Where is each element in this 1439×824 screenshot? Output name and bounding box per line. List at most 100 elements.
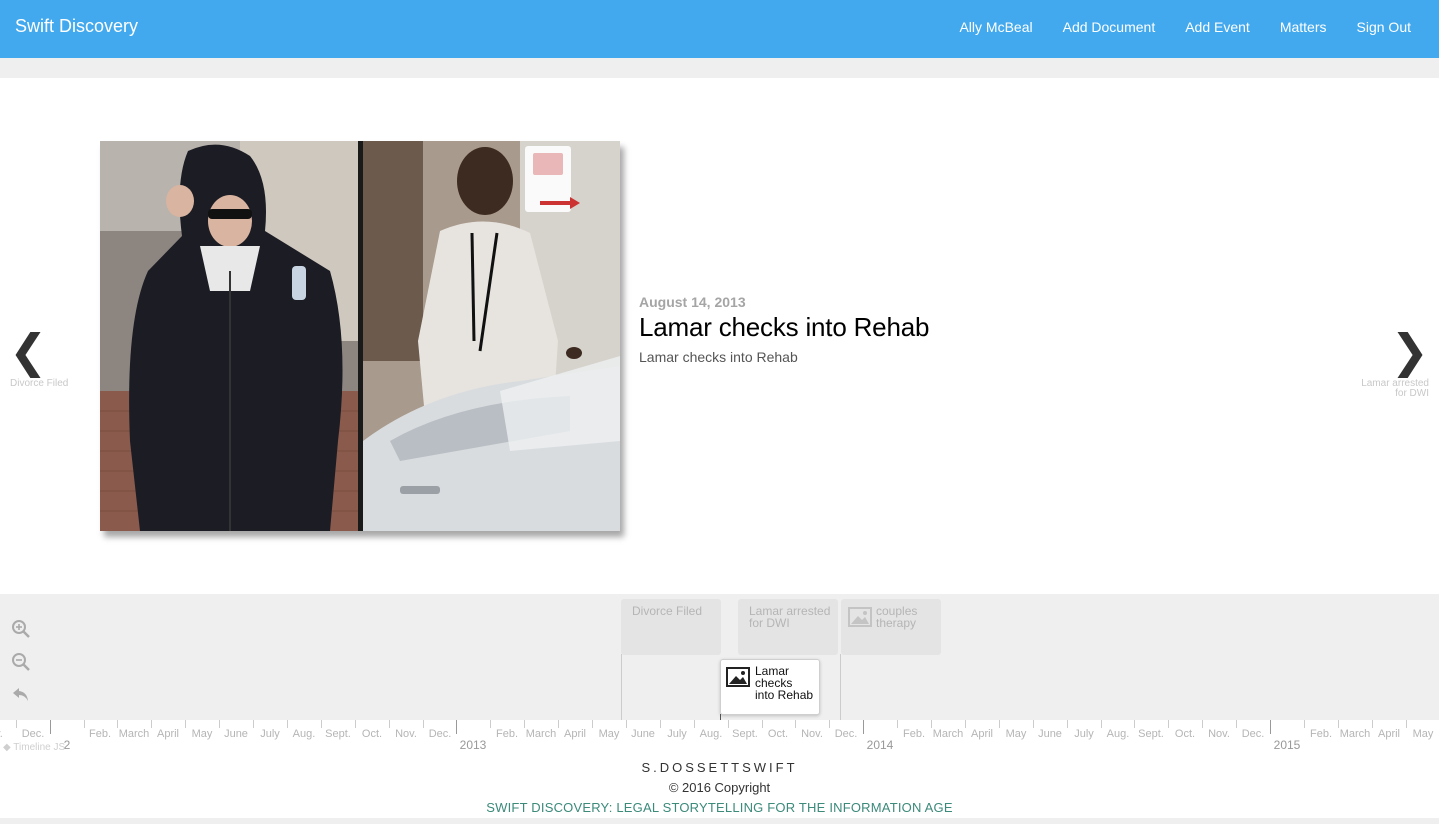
event-description: Lamar checks into Rehab: [639, 349, 798, 365]
timeline-slide: August 14, 2013 Lamar checks into Rehab …: [0, 78, 1439, 594]
axis-tick: [965, 720, 966, 728]
axis-month-label: July: [1074, 728, 1094, 740]
axis-tick: [50, 720, 51, 734]
axis-tick: [1406, 720, 1407, 728]
axis-month-label: May: [1412, 728, 1434, 740]
axis-month-label: Sept.: [1138, 728, 1164, 740]
axis-month-label: Oct.: [767, 728, 789, 740]
axis-month-label: March: [525, 728, 557, 740]
axis-tick: [1168, 720, 1169, 728]
marker-line-divorce: [621, 654, 622, 720]
axis-month-label: March: [932, 728, 964, 740]
next-slide-chevron-icon[interactable]: ❯: [1390, 328, 1429, 374]
axis-tick: [185, 720, 186, 728]
axis-month-label: May: [1005, 728, 1027, 740]
axis-month-label: April: [156, 728, 180, 740]
nav-add-event[interactable]: Add Event: [1185, 19, 1250, 35]
timeline-marker-checks-into-rehab[interactable]: Lamar checks into Rehab: [720, 659, 820, 715]
axis-year-label: 2014: [866, 738, 894, 752]
axis-tick: [355, 720, 356, 728]
marker-line-therapy: [840, 654, 841, 720]
axis-month-label: Feb.: [1309, 728, 1333, 740]
timeline-marker-couples-therapy[interactable]: couples therapy: [841, 599, 941, 655]
axis-tick: [1067, 720, 1068, 728]
axis-month-label: Feb.: [902, 728, 926, 740]
axis-month-label: Nov.: [395, 728, 417, 740]
axis-tick: [795, 720, 796, 728]
axis-tick: [456, 720, 457, 734]
axis-tick: [694, 720, 695, 728]
axis-month-label: Dec.: [428, 728, 452, 740]
marker-title: Divorce Filed: [632, 604, 703, 618]
axis-tick: [931, 720, 932, 728]
axis-tick: [863, 720, 864, 734]
axis-tick: [999, 720, 1000, 728]
axis-month-label: Aug.: [1106, 728, 1130, 740]
footer-author: S.DOSSETTSWIFT: [641, 760, 798, 775]
axis-tick: [117, 720, 118, 728]
axis-tick: [321, 720, 322, 728]
axis-month-label: Aug.: [292, 728, 316, 740]
axis-month-label: July: [260, 728, 280, 740]
axis-tick: [728, 720, 729, 728]
axis-year-label: 2015: [1273, 738, 1301, 752]
nav-add-document[interactable]: Add Document: [1063, 19, 1156, 35]
axis-tick: [151, 720, 152, 728]
axis-tick: [1338, 720, 1339, 728]
event-headline: Lamar checks into Rehab: [639, 312, 930, 342]
axis-month-label: April: [563, 728, 587, 740]
top-navbar: Swift Discovery Ally McBeal Add Document…: [0, 0, 1439, 58]
axis-month-label: Feb.: [88, 728, 112, 740]
footer-copyright: © 2016 Copyright: [668, 780, 771, 795]
axis-month-label: May: [191, 728, 213, 740]
axis-month-label: Nov.: [1208, 728, 1230, 740]
axis-tick: [1101, 720, 1102, 728]
timelinejs-credit: ◆ Timeline JS: [3, 742, 66, 753]
axis-month-label: Nov.: [801, 728, 823, 740]
axis-month-label: May: [598, 728, 620, 740]
axis-month-label: Oct.: [361, 728, 383, 740]
prev-slide-caption[interactable]: Divorce Filed: [10, 379, 68, 389]
marker-title: Lamar checks into Rehab: [755, 664, 814, 702]
prev-slide-chevron-icon[interactable]: ❮: [9, 328, 48, 374]
timeline-nav: Divorce Filed Lamar arrested for DWI cou…: [0, 594, 1439, 726]
timeline-marker-arrested-dwi[interactable]: Lamar arrested for DWI: [738, 599, 838, 655]
brand-logo[interactable]: Swift Discovery: [15, 16, 138, 37]
axis-tick: [1304, 720, 1305, 728]
axis-month-label: April: [1377, 728, 1401, 740]
timeline-axis[interactable]: v.Dec.2Feb.MarchAprilMayJuneJulyAug.Sept…: [0, 720, 1439, 758]
back-to-start-icon[interactable]: [11, 684, 31, 704]
nav-user-ally-mcbeal[interactable]: Ally McBeal: [959, 19, 1032, 35]
axis-tick: [1202, 720, 1203, 728]
axis-month-label: Sept.: [732, 728, 758, 740]
axis-month-label: v.: [0, 728, 3, 740]
bottom-strip: [0, 818, 1439, 824]
nav-sign-out[interactable]: Sign Out: [1357, 19, 1411, 35]
axis-month-label: July: [667, 728, 687, 740]
axis-month-label: June: [224, 728, 248, 740]
event-photo: [100, 141, 620, 531]
axis-tick: [287, 720, 288, 728]
marker-title: Lamar arrested for DWI: [749, 604, 831, 630]
axis-tick: [660, 720, 661, 728]
axis-month-label: Sept.: [325, 728, 351, 740]
event-info: August 14, 2013 Lamar checks into Rehab …: [639, 294, 929, 365]
main-nav: Ally McBeal Add Document Add Event Matte…: [959, 19, 1411, 35]
axis-month-label: Aug.: [699, 728, 723, 740]
axis-month-label: Oct.: [1174, 728, 1196, 740]
axis-tick: [592, 720, 593, 728]
axis-tick: [490, 720, 491, 728]
axis-year-label: 2013: [459, 738, 487, 752]
timeline-marker-divorce-filed[interactable]: Divorce Filed: [621, 599, 721, 655]
next-slide-caption[interactable]: Lamar arrested for DWI: [1339, 379, 1429, 399]
event-date: August 14, 2013: [639, 294, 746, 310]
axis-tick: [389, 720, 390, 728]
axis-tick: [829, 720, 830, 728]
axis-tick: [1236, 720, 1237, 728]
image-icon: [848, 607, 872, 627]
axis-month-label: Feb.: [495, 728, 519, 740]
nav-matters[interactable]: Matters: [1280, 19, 1327, 35]
zoom-in-icon[interactable]: [11, 619, 31, 639]
axis-month-label: Dec.: [834, 728, 858, 740]
zoom-out-icon[interactable]: [11, 652, 31, 672]
